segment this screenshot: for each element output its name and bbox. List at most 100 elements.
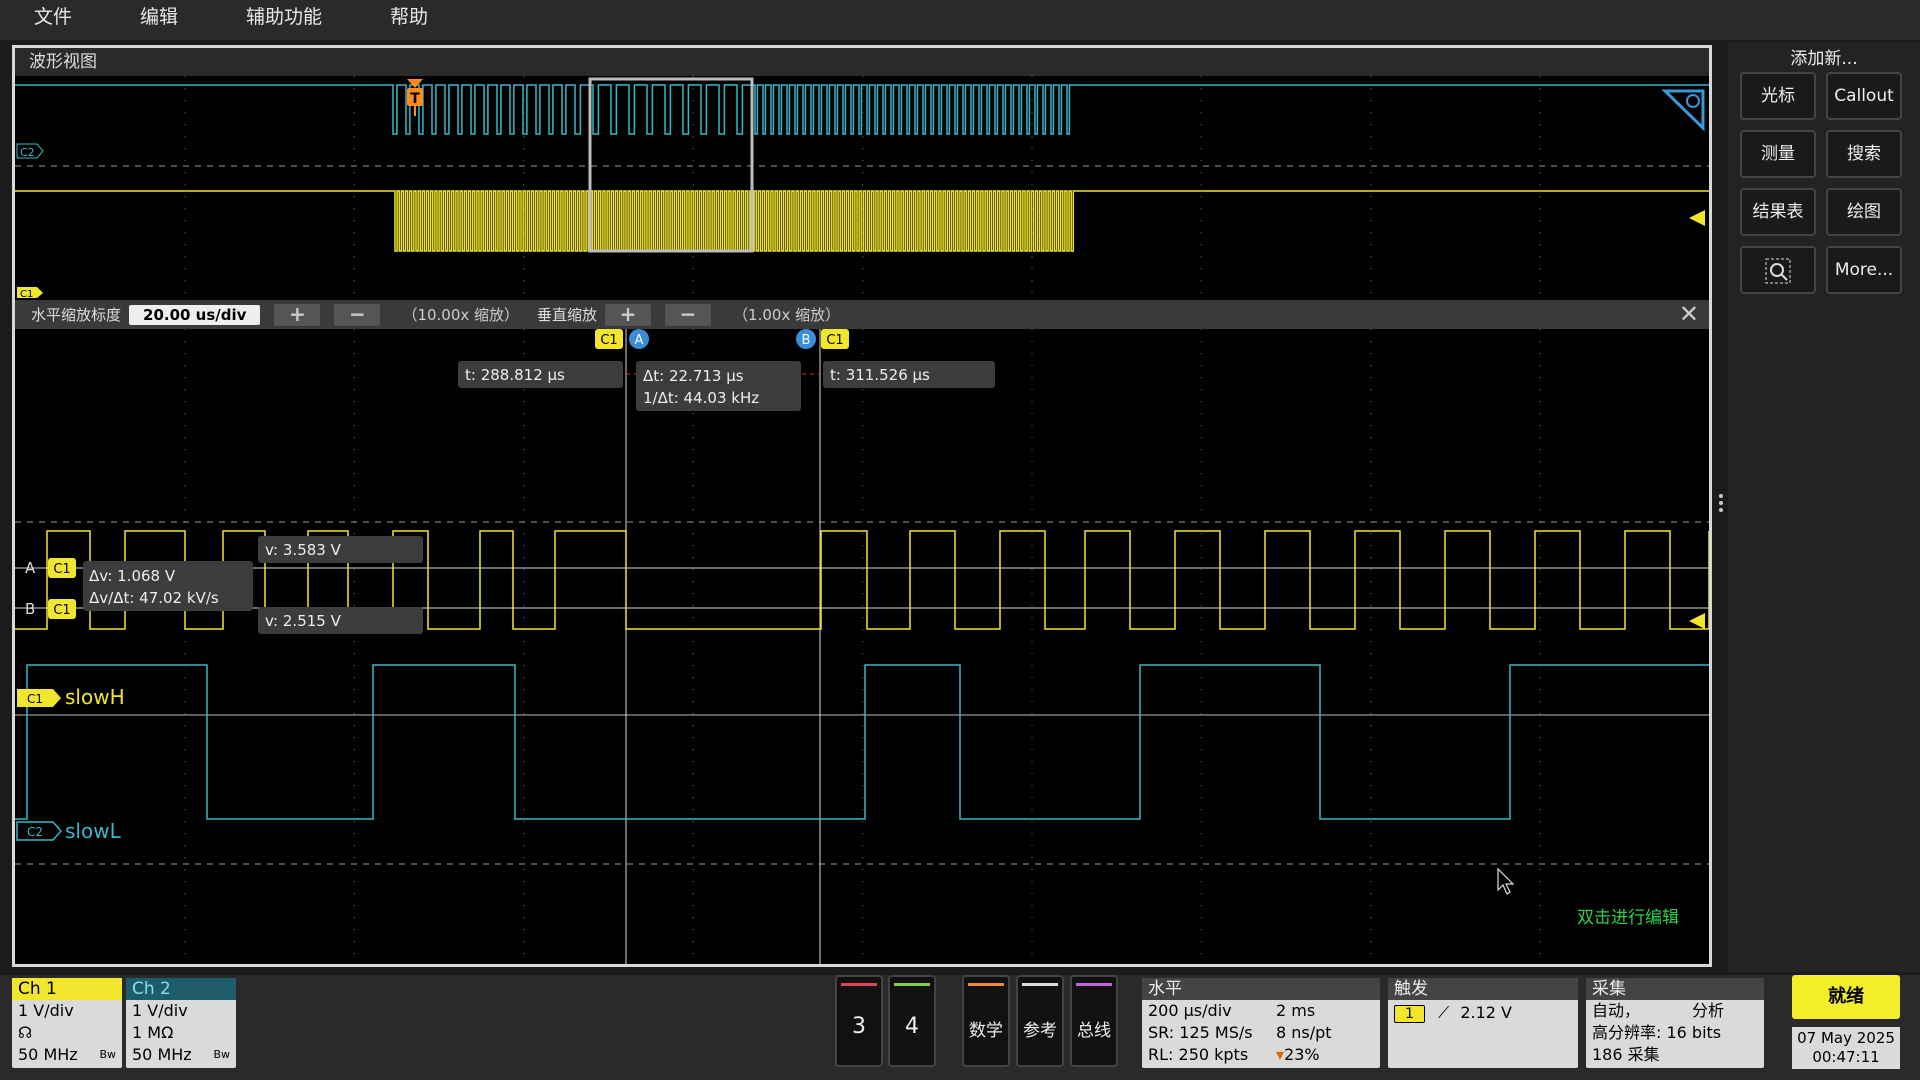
svg-text:Δv/Δt: 47.02 kV/s: Δv/Δt: 47.02 kV/s <box>89 589 219 607</box>
time: 00:47:11 <box>1812 1048 1880 1066</box>
svg-text:C1: C1 <box>600 333 617 348</box>
run-status-button[interactable]: 就绪 <box>1792 975 1900 1019</box>
cursor-a-volt-readout: v: 3.583 V <box>258 536 423 563</box>
overview-c2-trace <box>15 84 1709 135</box>
ch2-title: Ch 2 <box>126 978 236 1000</box>
measure-button[interactable]: 测量 <box>1740 130 1816 178</box>
svg-text:t: 288.812 µs: t: 288.812 µs <box>465 366 565 384</box>
acquisition-title: 采集 <box>1586 978 1764 1000</box>
more-button[interactable]: More... <box>1826 246 1902 294</box>
math-label: 数学 <box>969 1021 1003 1041</box>
ch2-bw: 50 MHz <box>132 1045 192 1064</box>
overview-grid <box>184 76 1541 294</box>
ch1-probe-icon: ☊ <box>18 1023 33 1042</box>
time-per-point: 8 ns/pt <box>1276 1023 1332 1042</box>
overview-plot[interactable]: T C2 C1 <box>15 76 1709 298</box>
horizontal-zoom-in-button[interactable]: + <box>274 303 321 326</box>
cursor-a-side-tag[interactable]: A C1 <box>25 558 76 578</box>
bus-label: 总线 <box>1077 1021 1111 1041</box>
panel-drag-handle[interactable] <box>1719 494 1723 516</box>
svg-text:C2: C2 <box>20 146 35 159</box>
svg-text:B: B <box>25 600 35 618</box>
ch2-badge[interactable]: Ch 2 1 V/div 1 MΩ 50 MHz Bw <box>126 978 236 1068</box>
c1-label: slowH <box>65 685 125 709</box>
bus-button[interactable]: 总线 <box>1070 975 1118 1067</box>
vertical-zoom-factor: （1.00x 缩放） <box>733 306 841 324</box>
svg-text:v: 2.515 V: v: 2.515 V <box>265 612 342 630</box>
callout-button[interactable]: Callout <box>1826 72 1902 120</box>
ch2-bw-row: 50 MHz Bw <box>126 1044 236 1066</box>
search-button[interactable]: 搜索 <box>1826 130 1902 178</box>
trigger-source: 1 <box>1394 1005 1425 1023</box>
cursor-a-header[interactable]: C1 A <box>595 329 649 349</box>
zoom-plot[interactable]: C1 A B C1 t: 288.812 µs Δt: 22.713 µs 1/… <box>15 329 1709 964</box>
svg-text:Δv: 1.068 V: Δv: 1.068 V <box>89 567 176 585</box>
c1-channel-tag[interactable]: C1 slowH <box>17 685 125 709</box>
acquisition-resolution: 高分辨率: 16 bits <box>1592 1023 1722 1042</box>
cursor-delta-v-readout: Δv: 1.068 V Δv/Δt: 47.02 kV/s <box>83 561 253 611</box>
menu-edit[interactable]: 编辑 <box>106 0 212 40</box>
ch1-badge[interactable]: Ch 1 1 V/div ☊ 50 MHz Bw <box>12 978 122 1068</box>
horizontal-zoom-out-button[interactable]: − <box>334 303 381 326</box>
svg-text:C1: C1 <box>20 289 33 298</box>
svg-text:C1: C1 <box>826 333 843 348</box>
overview-c1-offset-marker[interactable] <box>1689 210 1705 226</box>
trigger-position-percent: 23% <box>1284 1045 1320 1064</box>
menu-file[interactable]: 文件 <box>0 0 106 40</box>
zoom-c2-trace <box>15 664 1709 820</box>
channel-3-button[interactable]: 3 <box>835 975 883 1067</box>
cursor-b-side-tag[interactable]: B C1 <box>25 599 76 619</box>
ch2-bw-limit-icon: Bw <box>213 1048 230 1061</box>
trigger-badge[interactable]: 触发 1 ⟋ 2.12 V <box>1388 978 1578 1068</box>
ch2-scale: 1 V/div <box>132 1001 188 1020</box>
cursor-b-volt-readout: v: 2.515 V <box>258 607 423 634</box>
acquisition-badge[interactable]: 采集 自动， 分析 高分辨率: 16 bits 186 采集 <box>1586 978 1764 1068</box>
overview-zoom-icon[interactable] <box>1661 89 1705 132</box>
status-bar: Ch 1 1 V/div ☊ 50 MHz Bw Ch 2 1 V/div 1 M… <box>0 975 1920 1080</box>
svg-text:Δt: 22.713 µs: Δt: 22.713 µs <box>643 367 744 385</box>
date: 07 May 2025 <box>1797 1029 1895 1047</box>
svg-text:C2: C2 <box>27 825 43 839</box>
zoom-icon <box>1765 258 1791 284</box>
horizontal-scale: 200 µs/div <box>1148 1001 1232 1020</box>
cursor-delta-readout: Δt: 22.713 µs 1/Δt: 44.03 kHz <box>636 361 801 411</box>
cursors-button[interactable]: 光标 <box>1740 72 1816 120</box>
mouse-cursor-icon <box>1497 867 1515 895</box>
ch1-title: Ch 1 <box>12 978 122 1000</box>
zoom-c1-offset-marker[interactable] <box>1689 613 1705 629</box>
c2-channel-tag[interactable]: C2 slowL <box>16 819 122 843</box>
horizontal-zoom-value[interactable]: 20.00 us/div <box>129 304 261 325</box>
c2-label: slowL <box>65 819 122 843</box>
results-table-button[interactable]: 结果表 <box>1740 188 1816 236</box>
plot-button[interactable]: 绘图 <box>1826 188 1902 236</box>
overview-c2-tag: C2 <box>16 143 44 159</box>
math-button[interactable]: 数学 <box>962 975 1010 1067</box>
vertical-zoom-in-button[interactable]: + <box>605 303 652 326</box>
zoom-grid <box>184 329 1541 955</box>
trigger-position-icon: ▾ <box>1276 1045 1285 1064</box>
vertical-zoom-label: 垂直缩放 <box>537 306 598 324</box>
acquisition-mode: 自动， <box>1592 1001 1641 1020</box>
channel-4-button[interactable]: 4 <box>888 975 936 1067</box>
menu-bar: 文件 编辑 辅助功能 帮助 <box>0 0 1920 40</box>
svg-text:C1: C1 <box>27 692 43 706</box>
cursor-b-header[interactable]: B C1 <box>796 329 849 349</box>
horizontal-zoom-factor: （10.00x 缩放） <box>402 306 520 324</box>
menu-accessibility[interactable]: 辅助功能 <box>212 0 356 40</box>
zoom-button[interactable] <box>1740 246 1816 294</box>
trigger-title: 触发 <box>1388 978 1578 1000</box>
add-new-panel: 添加新... 光标 Callout 测量 搜索 结果表 绘图 More... <box>1728 42 1920 972</box>
ch1-bw-limit-icon: Bw <box>99 1048 116 1061</box>
reference-button[interactable]: 参考 <box>1016 975 1064 1067</box>
svg-text:t: 311.526 µs: t: 311.526 µs <box>830 366 930 384</box>
svg-text:B: B <box>802 333 811 348</box>
vertical-zoom-out-button[interactable]: − <box>665 303 712 326</box>
menu-help[interactable]: 帮助 <box>356 0 462 40</box>
horizontal-badge[interactable]: 水平 200 µs/div 2 ms SR: 125 MS/s 8 ns/pt RL… <box>1142 978 1380 1068</box>
waveform-view[interactable]: 波形视图 T C2 C1 水平缩放标度 20.00 us/div + − （10… <box>12 45 1712 967</box>
add-new-title: 添加新... <box>1790 49 1858 69</box>
svg-text:C1: C1 <box>53 603 70 618</box>
zoom-close-icon[interactable]: ✕ <box>1679 300 1699 328</box>
zoom-toolbar: 水平缩放标度 20.00 us/div + − （10.00x 缩放） 垂直缩放… <box>15 300 1709 329</box>
rising-edge-icon: ⟋ <box>1438 1003 1450 1022</box>
